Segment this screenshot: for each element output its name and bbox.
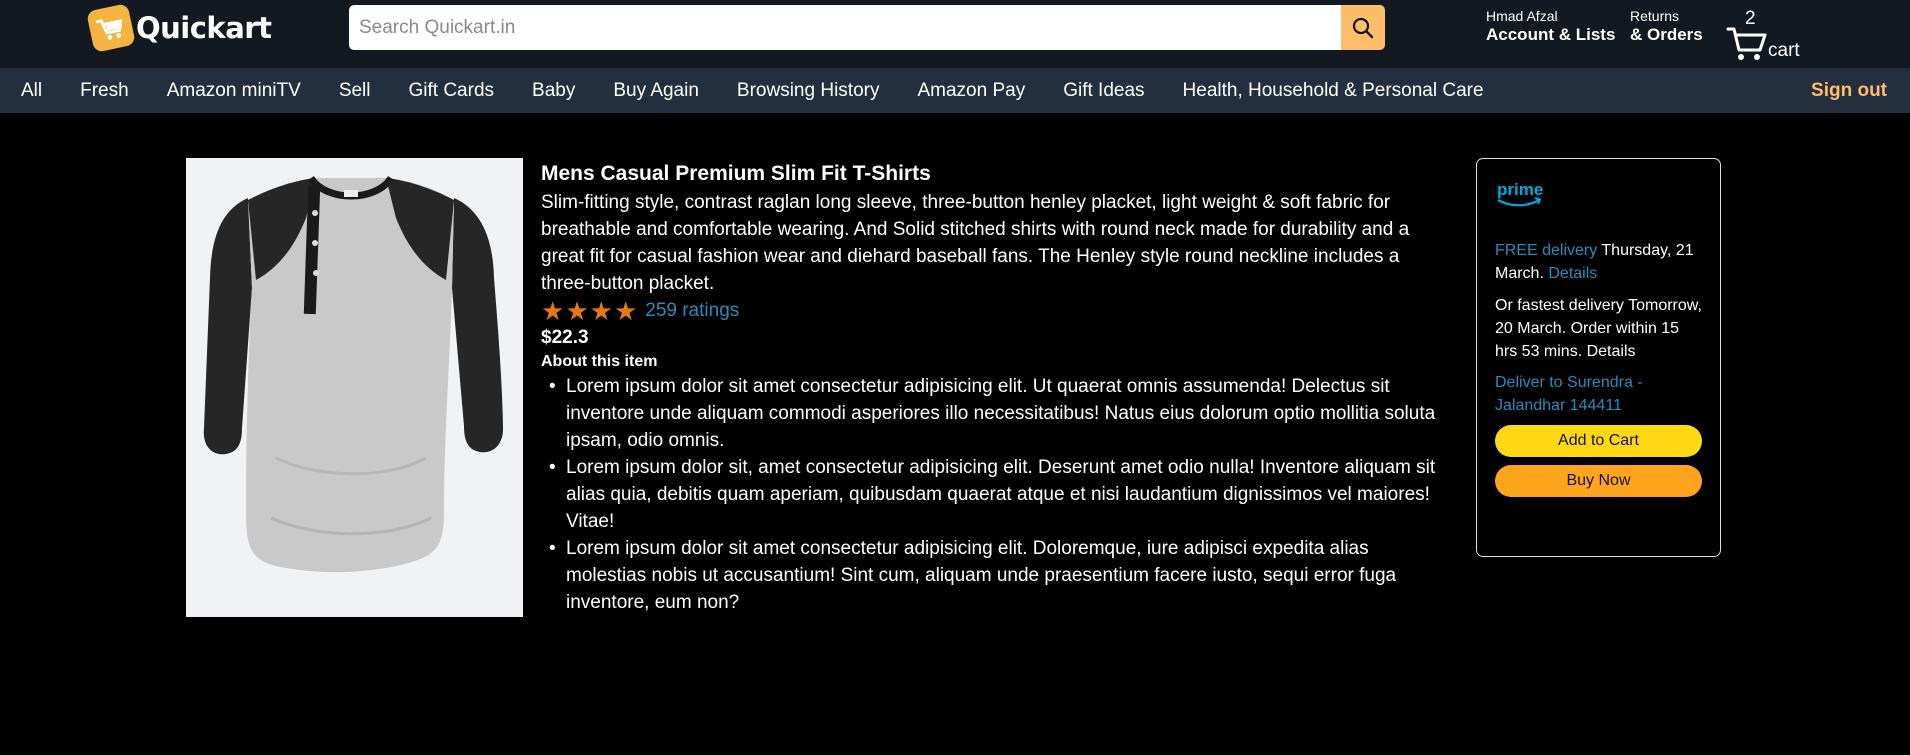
account-menu[interactable]: Hmad Afzal Account & Lists (1486, 8, 1615, 45)
product-price: $22.3 (541, 327, 589, 348)
about-bullet: Lorem ipsum dolor sit, amet consectetur … (541, 454, 1446, 535)
product-title: Mens Casual Premium Slim Fit T-Shirts (541, 162, 931, 185)
search-bar (349, 5, 1385, 50)
nav-item-sell[interactable]: Sell (339, 80, 371, 102)
rating-row: ★ ★ ★ ★ 259 ratings (541, 297, 1446, 325)
orders-label: & Orders (1630, 24, 1703, 44)
about-bullet: Lorem ipsum dolor sit amet consectetur a… (541, 535, 1446, 616)
product-info: Mens Casual Premium Slim Fit T-Shirts Sl… (541, 160, 1446, 616)
star-icon: ★ (541, 296, 565, 326)
free-delivery-link[interactable]: FREE delivery (1495, 242, 1597, 259)
fastest-delivery: Or fastest delivery Tomorrow, 20 March. … (1495, 297, 1702, 360)
logo-text: Quickart (136, 11, 272, 45)
star-rating: ★ ★ ★ ★ (541, 298, 638, 324)
nav-item-amazon-pay[interactable]: Amazon Pay (917, 80, 1025, 102)
nav-item-fresh[interactable]: Fresh (80, 80, 129, 102)
buy-now-button[interactable]: Buy Now (1495, 465, 1702, 497)
about-heading: About this item (541, 353, 658, 370)
cart-logo-icon (86, 3, 136, 53)
nav-item-browsing-history[interactable]: Browsing History (737, 80, 880, 102)
search-icon (1352, 17, 1374, 38)
search-input[interactable] (349, 5, 1341, 50)
star-icon: ★ (613, 296, 638, 326)
account-lists-label: Account & Lists (1486, 24, 1616, 44)
prime-logo: prime (1495, 177, 1702, 211)
nav-item-gift-cards[interactable]: Gift Cards (409, 80, 495, 102)
nav-item-gift-ideas[interactable]: Gift Ideas (1063, 80, 1144, 102)
product-image[interactable] (186, 158, 523, 617)
tshirt-image (203, 175, 504, 573)
returns-label: Returns (1630, 8, 1680, 24)
search-button[interactable] (1341, 5, 1385, 50)
ratings-count-link[interactable]: 259 ratings (645, 300, 739, 322)
about-bullet: Lorem ipsum dolor sit amet consectetur a… (541, 373, 1446, 454)
logo[interactable]: Quickart (86, 3, 272, 53)
cart-button[interactable]: 2 cart (1726, 6, 1806, 62)
star-icon: ★ (565, 296, 589, 326)
about-bullets: Lorem ipsum dolor sit amet consectetur a… (541, 373, 1446, 616)
cart-icon (1726, 27, 1767, 60)
prime-logo-text: prime (1497, 180, 1543, 199)
nav-item-all[interactable]: All (21, 80, 42, 102)
star-icon: ★ (589, 296, 613, 326)
sign-out-link[interactable]: Sign out (1811, 80, 1887, 102)
nav-item-buy-again[interactable]: Buy Again (613, 80, 699, 102)
nav-bar: All Fresh Amazon miniTV Sell Gift Cards … (0, 68, 1910, 113)
returns-orders[interactable]: Returns & Orders (1630, 8, 1703, 45)
deliver-to-link[interactable]: Deliver to Surendra - Jalandhar 144411 (1495, 371, 1702, 417)
product-description: Slim-fitting style, contrast raglan long… (541, 192, 1410, 294)
nav-item-baby[interactable]: Baby (532, 80, 575, 102)
delivery-details-link[interactable]: Details (1548, 265, 1597, 282)
account-greeting: Hmad Afzal (1486, 8, 1558, 24)
delivery-info: FREE delivery Thursday, 21 March. Detail… (1495, 239, 1702, 285)
add-to-cart-button[interactable]: Add to Cart (1495, 425, 1702, 457)
top-header: Quickart Hmad Afzal Account & Lists Retu… (0, 0, 1910, 68)
buy-box: prime FREE delivery Thursday, 21 March. … (1476, 158, 1721, 557)
cart-label: cart (1768, 40, 1800, 61)
nav-item-minitv[interactable]: Amazon miniTV (167, 80, 301, 102)
nav-item-health[interactable]: Health, Household & Personal Care (1183, 80, 1484, 102)
